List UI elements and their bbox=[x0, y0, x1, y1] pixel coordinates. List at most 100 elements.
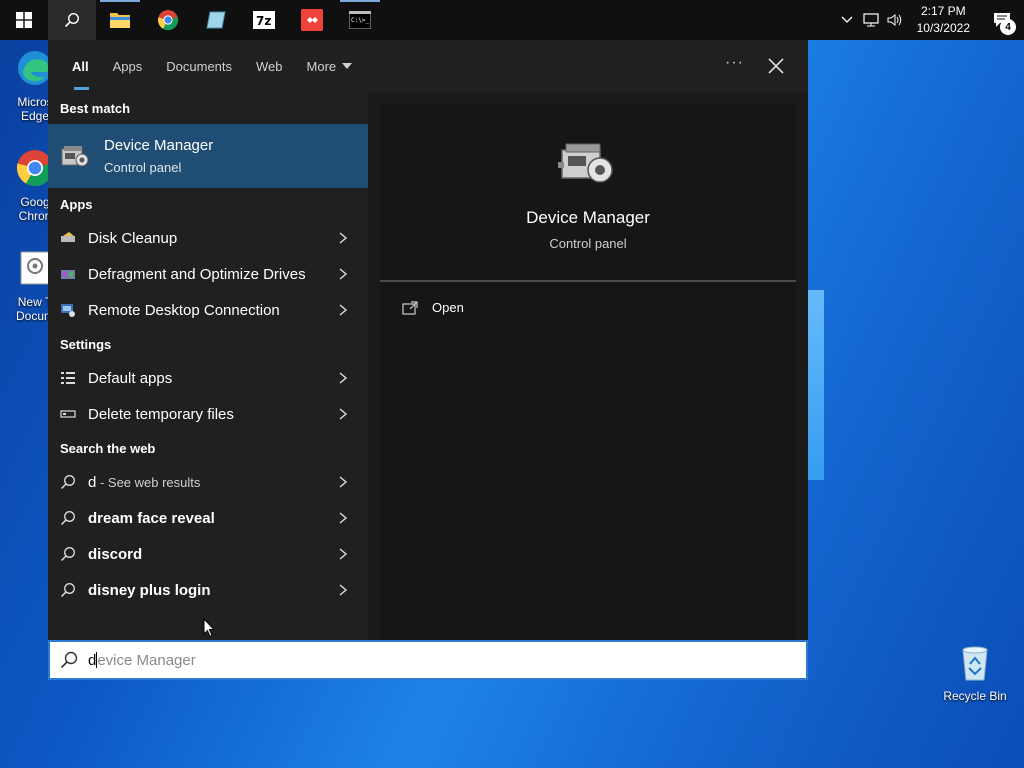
result-label: dream face reveal bbox=[88, 509, 215, 527]
network-icon bbox=[863, 13, 879, 27]
detail-card: Device Manager Control panel Open bbox=[380, 104, 796, 640]
result-label: Delete temporary files bbox=[88, 405, 234, 423]
desktop-icon-recycle-bin[interactable]: Recycle Bin bbox=[940, 642, 1010, 703]
taskbar-clock[interactable]: 2:17 PM 10/3/2022 bbox=[907, 3, 980, 37]
anydesk-icon bbox=[301, 9, 323, 31]
result-label: d - See web results bbox=[88, 474, 200, 491]
tab-label: All bbox=[72, 58, 89, 74]
clock-date: 10/3/2022 bbox=[916, 21, 970, 35]
chevron-right-icon[interactable] bbox=[338, 512, 348, 524]
chrome-icon bbox=[158, 10, 179, 31]
chevron-right-icon[interactable] bbox=[338, 584, 348, 596]
chevron-right-icon[interactable] bbox=[338, 548, 348, 560]
chevron-right-icon[interactable] bbox=[338, 476, 348, 488]
notepad-button[interactable] bbox=[192, 0, 240, 40]
detail-pane: Device Manager Control panel Open bbox=[368, 92, 808, 640]
web-result-discord[interactable]: discord bbox=[48, 536, 368, 572]
tab-more[interactable]: More bbox=[295, 40, 365, 92]
7zip-button[interactable]: 7z bbox=[240, 0, 288, 40]
result-label: discord bbox=[88, 545, 143, 563]
results-list: Best match Device Manager Control panel … bbox=[48, 92, 368, 640]
result-label: Disk Cleanup bbox=[88, 229, 178, 247]
chrome-button[interactable] bbox=[144, 0, 192, 40]
search-icon bbox=[60, 651, 78, 669]
anydesk-button[interactable] bbox=[288, 0, 336, 40]
volume-tray-button[interactable] bbox=[883, 13, 907, 27]
recycle-bin-icon bbox=[962, 646, 988, 681]
chevron-right-icon[interactable] bbox=[338, 268, 348, 280]
7zip-icon: 7z bbox=[253, 11, 275, 29]
open-icon bbox=[402, 300, 418, 315]
app-result-disk-cleanup[interactable]: Disk Cleanup bbox=[48, 220, 368, 256]
section-search-web: Search the web bbox=[60, 440, 156, 456]
terminal-button[interactable]: C:\>_ bbox=[336, 0, 384, 40]
chevron-right-icon[interactable] bbox=[338, 232, 348, 244]
best-match-result[interactable]: Device Manager Control panel bbox=[48, 124, 368, 188]
web-result-disney-plus-login[interactable]: disney plus login bbox=[48, 572, 368, 608]
remote-desktop-icon bbox=[61, 304, 75, 317]
tab-label: Web bbox=[256, 58, 283, 74]
result-label: Remote Desktop Connection bbox=[88, 301, 280, 319]
web-result-d[interactable]: d - See web results bbox=[48, 464, 368, 500]
tab-label: Apps bbox=[112, 58, 143, 74]
best-match-title: Device Manager bbox=[104, 137, 214, 154]
device-manager-icon bbox=[61, 146, 89, 167]
svg-text:7z: 7z bbox=[256, 14, 271, 28]
search-autocomplete-text: evice Manager bbox=[97, 651, 196, 669]
network-tray-button[interactable] bbox=[859, 13, 883, 27]
mouse-cursor-icon bbox=[203, 618, 215, 638]
detail-subtitle: Control panel bbox=[549, 236, 627, 251]
search-icon bbox=[60, 547, 75, 562]
close-icon[interactable] bbox=[764, 54, 788, 78]
best-match-subtitle: Control panel bbox=[104, 160, 182, 175]
settings-result-delete-temp-files[interactable]: Delete temporary files bbox=[48, 396, 368, 432]
desktop-glow bbox=[808, 290, 824, 480]
caret-down-icon bbox=[342, 63, 353, 69]
section-settings: Settings bbox=[60, 336, 112, 352]
tab-label: More bbox=[306, 58, 337, 74]
detail-title: Device Manager bbox=[526, 208, 650, 227]
search-typed-text: d bbox=[88, 651, 97, 669]
detail-divider bbox=[380, 280, 796, 282]
search-input[interactable]: d evice Manager bbox=[48, 640, 808, 680]
tab-web[interactable]: Web bbox=[244, 40, 295, 92]
search-button[interactable] bbox=[48, 0, 96, 40]
desktop-icon-label: Recycle Bin bbox=[943, 689, 1007, 703]
tab-documents[interactable]: Documents bbox=[154, 40, 244, 92]
clock-time: 2:17 PM bbox=[920, 4, 966, 18]
device-manager-icon bbox=[558, 143, 613, 183]
tab-all[interactable]: All bbox=[60, 40, 101, 92]
web-result-dream-face-reveal[interactable]: dream face reveal bbox=[48, 500, 368, 536]
windows-logo-icon bbox=[16, 12, 32, 28]
result-label: Default apps bbox=[88, 369, 173, 387]
file-explorer-button[interactable] bbox=[96, 0, 144, 40]
show-hidden-icons-button[interactable] bbox=[835, 16, 859, 24]
section-best-match: Best match bbox=[60, 100, 131, 116]
action-center-button[interactable]: 4 bbox=[980, 0, 1024, 40]
notification-count-badge: 4 bbox=[1000, 19, 1016, 35]
chevron-up-icon bbox=[841, 16, 853, 23]
file-explorer-icon bbox=[110, 13, 130, 28]
result-label: Defragment and Optimize Drives bbox=[88, 265, 306, 283]
taskbar: 7z C:\>_ 2:17 PM 10/3/2022 4 bbox=[0, 0, 1024, 40]
tab-label: Documents bbox=[166, 58, 233, 74]
tab-apps[interactable]: Apps bbox=[101, 40, 155, 92]
defrag-icon bbox=[61, 270, 75, 279]
chevron-right-icon[interactable] bbox=[338, 372, 348, 384]
drive-icon bbox=[60, 410, 76, 418]
chevron-right-icon[interactable] bbox=[338, 408, 348, 420]
app-result-defragment[interactable]: Defragment and Optimize Drives bbox=[48, 256, 368, 292]
system-tray: 2:17 PM 10/3/2022 4 bbox=[835, 0, 1024, 40]
open-action[interactable]: Open bbox=[402, 300, 464, 315]
open-action-label: Open bbox=[432, 300, 464, 315]
search-icon bbox=[64, 12, 80, 28]
section-apps: Apps bbox=[60, 196, 93, 212]
chevron-right-icon[interactable] bbox=[338, 304, 348, 316]
settings-result-default-apps[interactable]: Default apps bbox=[48, 360, 368, 396]
volume-icon bbox=[887, 14, 901, 26]
start-button[interactable] bbox=[0, 0, 48, 40]
app-result-remote-desktop[interactable]: Remote Desktop Connection bbox=[48, 292, 368, 328]
more-options-icon[interactable]: ··· bbox=[725, 54, 744, 72]
svg-text:C:\>_: C:\>_ bbox=[351, 17, 369, 24]
search-icon bbox=[60, 583, 75, 598]
